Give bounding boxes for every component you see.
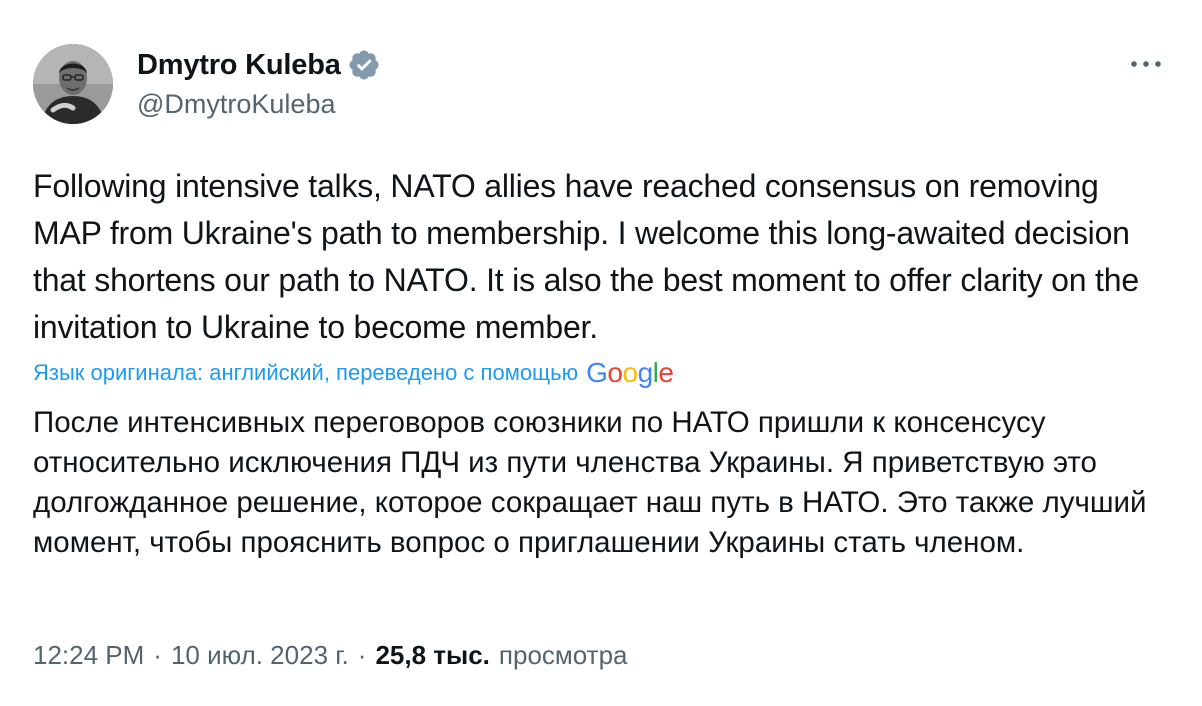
more-options-button[interactable] (1128, 52, 1164, 76)
avatar-photo (33, 44, 113, 124)
tweet-date[interactable]: 10 июл. 2023 г. (171, 640, 349, 671)
google-logo: Google (586, 357, 674, 388)
author-display-name[interactable]: Dmytro Kuleba (137, 49, 341, 82)
translation-note-label: Язык оригинала: английский, переведено с… (33, 360, 579, 385)
tweet-text: Following intensive talks, NATO allies h… (33, 168, 1139, 345)
avatar[interactable] (33, 44, 113, 124)
meta-separator: · (153, 640, 162, 670)
more-options-icon (1131, 61, 1161, 67)
author-name-row: Dmytro Kuleba (137, 48, 381, 82)
translation-note[interactable]: Язык оригинала: английский, переведено с… (33, 357, 674, 388)
views-label: просмотра (498, 640, 628, 670)
verified-badge-icon (349, 50, 379, 80)
author-handle[interactable]: @DmytroKuleba (137, 89, 335, 120)
meta-separator: · (357, 640, 367, 670)
tweet-metadata: 12:24 PM · 10 июл. 2023 г. · 25,8 тыс. п… (33, 640, 628, 671)
translated-tweet-text: После интенсивных переговоров союзники п… (33, 406, 1147, 559)
tweet-time[interactable]: 12:24 PM (33, 640, 144, 671)
tweet-card: Dmytro Kuleba @DmytroKuleba Following in… (0, 0, 1202, 706)
views-count: 25,8 тыс. (375, 640, 490, 670)
